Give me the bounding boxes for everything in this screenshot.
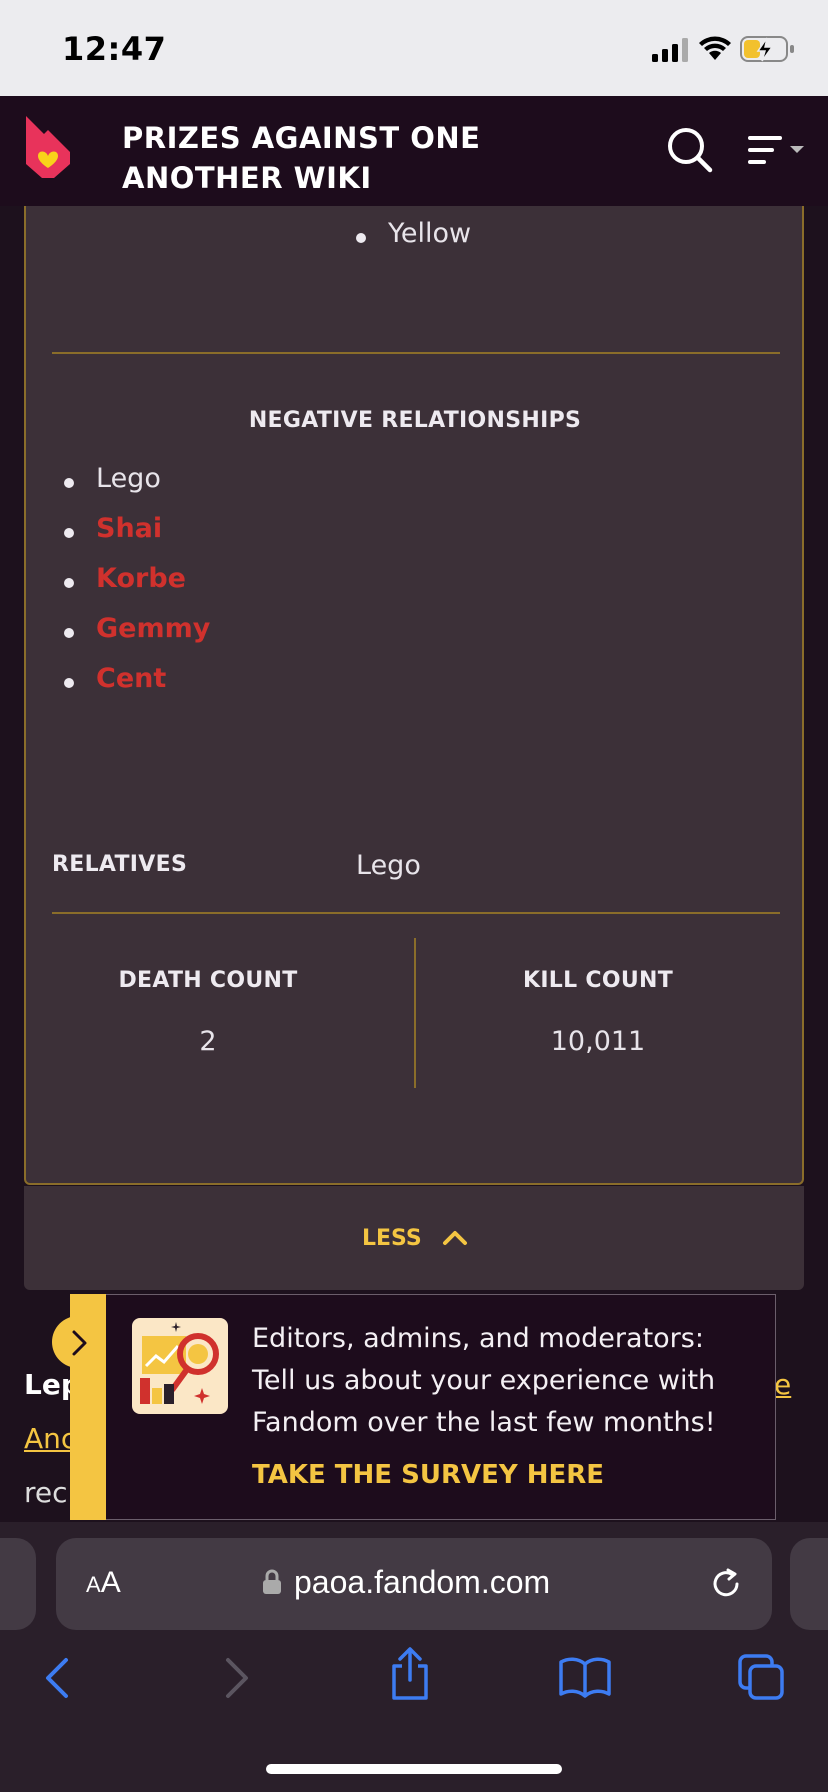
wiki-title-line2: ANOTHER WIKI (122, 161, 372, 195)
menu-icon[interactable] (746, 134, 810, 166)
wiki-title[interactable]: PRIZES AGAINST ONE ANOTHER WIKI (122, 118, 522, 198)
home-indicator (266, 1764, 562, 1774)
article-link-fragment[interactable]: Anc (24, 1422, 76, 1455)
bookmarks-icon[interactable] (558, 1656, 612, 1698)
lock-icon (263, 1569, 281, 1594)
survey-link[interactable]: TAKE THE SURVEY HERE (252, 1460, 604, 1490)
text-size-small-a: A (86, 1572, 101, 1597)
forward-icon[interactable] (220, 1654, 254, 1702)
kill-count-label: KILL COUNT (522, 968, 674, 993)
wiki-title-line1: PRIZES AGAINST ONE (122, 121, 481, 155)
death-count-label: DEATH COUNT (118, 968, 298, 993)
chevron-right-icon (72, 1330, 87, 1356)
column-divider (414, 938, 416, 1088)
reload-icon[interactable] (708, 1566, 744, 1602)
url-text: paoa.fandom.com (294, 1564, 551, 1600)
list-bullet (64, 478, 74, 488)
previous-tab-peek[interactable] (0, 1538, 36, 1630)
article-text-fragment: rec (24, 1476, 68, 1509)
list-item-lego: Lego (96, 463, 161, 494)
survey-illustration-icon (132, 1318, 228, 1414)
infobox: Yellow NEGATIVE RELATIONSHIPS Lego Shai … (24, 206, 804, 1185)
cellular-signal-icon (652, 38, 688, 62)
section-divider (52, 912, 780, 914)
survey-message: Editors, admins, and moderators: Tell us… (252, 1323, 716, 1438)
redlink-shai[interactable]: Shai (96, 513, 162, 544)
list-bullet (64, 578, 74, 588)
relatives-value: Lego (356, 850, 421, 881)
wifi-icon (699, 36, 731, 60)
search-icon[interactable] (666, 126, 714, 174)
tabs-icon[interactable] (736, 1652, 786, 1702)
less-button[interactable]: LESS (24, 1186, 804, 1290)
negative-relationships-heading: NEGATIVE RELATIONSHIPS (248, 408, 582, 433)
survey-collapse-toggle[interactable] (52, 1316, 104, 1368)
kill-count-value: 10,011 (550, 1026, 646, 1057)
list-bullet (356, 233, 366, 243)
section-divider (52, 352, 780, 354)
fandom-logo-icon[interactable] (22, 112, 74, 180)
back-icon[interactable] (40, 1654, 74, 1702)
less-label: LESS (362, 1226, 422, 1251)
text-size-large-a: A (100, 1566, 121, 1599)
text-size-button[interactable]: AA (86, 1566, 121, 1600)
relatives-label: RELATIVES (52, 852, 188, 877)
next-tab-peek[interactable] (790, 1538, 828, 1630)
list-bullet (64, 528, 74, 538)
redlink-cent[interactable]: Cent (96, 663, 166, 694)
redlink-korbe[interactable]: Korbe (96, 563, 186, 594)
article-link-fragment[interactable]: e (774, 1368, 791, 1401)
wiki-header: PRIZES AGAINST ONE ANOTHER WIKI (0, 96, 828, 206)
status-bar: 12:47 (0, 0, 828, 96)
death-count-value: 2 (199, 1026, 217, 1057)
battery-charging-icon (740, 36, 794, 62)
share-icon[interactable] (388, 1646, 432, 1702)
chevron-up-icon (443, 1231, 467, 1245)
list-bullet (64, 628, 74, 638)
status-time: 12:47 (62, 30, 167, 68)
redlink-gemmy[interactable]: Gemmy (96, 613, 210, 644)
list-item: Yellow (388, 218, 472, 249)
list-bullet (64, 678, 74, 688)
